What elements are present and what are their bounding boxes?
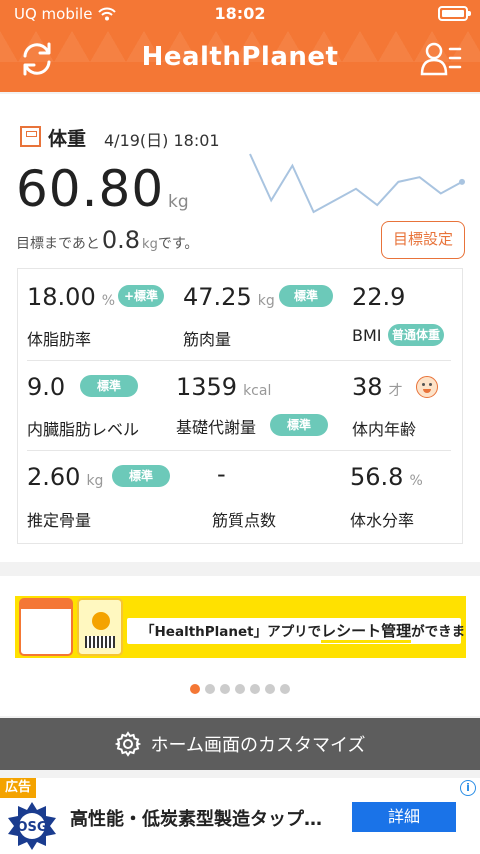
bmi-value[interactable]: 22.9 bbox=[352, 283, 405, 311]
banner-text-highlight: レシート管理 bbox=[321, 622, 412, 643]
carousel-dot[interactable] bbox=[205, 684, 215, 694]
body-age-unit: 才 bbox=[388, 383, 403, 399]
trend-latest-point bbox=[459, 178, 465, 185]
muscle-quality-label: 筋質点数 bbox=[212, 511, 277, 530]
goal-suffix: です。 bbox=[157, 236, 199, 252]
body-age-label: 体内年齢 bbox=[352, 420, 417, 439]
ad-details-button[interactable]: 詳細 bbox=[352, 802, 456, 832]
goal-setting-button[interactable]: 目標設定 bbox=[381, 221, 465, 259]
bmr-unit: kcal bbox=[243, 383, 272, 399]
gear-icon bbox=[114, 731, 141, 757]
body-age-number: 38 bbox=[352, 373, 383, 401]
muscle-badge: 標準 bbox=[279, 285, 333, 307]
bone-mass-value[interactable]: 2.60 kg bbox=[27, 463, 103, 491]
grid-divider bbox=[27, 360, 451, 361]
body-water-label: 体水分率 bbox=[350, 511, 415, 530]
customize-home-button[interactable]: ホーム画面のカスタマイズ bbox=[0, 718, 480, 770]
goal-unit: kg bbox=[142, 237, 158, 252]
status-bar: UQ mobile 18:02 bbox=[0, 0, 480, 28]
battery-icon bbox=[438, 6, 471, 21]
clock: 18:02 bbox=[214, 4, 266, 23]
banner-text-suffix: ができます! bbox=[411, 624, 466, 640]
weight-value: 60.80 bbox=[16, 160, 165, 218]
scale-icon bbox=[20, 126, 41, 147]
muscle-unit: kg bbox=[257, 293, 275, 309]
advertiser-logo-text: OSG bbox=[16, 820, 47, 835]
visceral-fat-badge: 標準 bbox=[80, 375, 138, 397]
muscle-number: 47.25 bbox=[183, 283, 252, 311]
measurement-date: 4/19(日) 18:01 bbox=[104, 131, 220, 150]
ad-text: 高性能・低炭素型製造タップ… bbox=[70, 809, 322, 830]
goal-prefix: 目標まであと bbox=[16, 236, 100, 252]
banner-text: 「HealthPlanet」アプリでレシート管理ができます! bbox=[127, 618, 466, 644]
muscle-value[interactable]: 47.25 kg bbox=[183, 283, 275, 311]
carousel-pagination[interactable] bbox=[0, 684, 480, 694]
trend-line bbox=[249, 153, 463, 214]
promo-banner[interactable]: 「HealthPlanet」アプリでレシート管理ができます! bbox=[15, 596, 466, 658]
carousel-dot[interactable] bbox=[265, 684, 275, 694]
phone-receipt-image bbox=[77, 598, 123, 656]
ad-banner[interactable]: 広告 i OSG 高性能・低炭素型製造タップ… 詳細 bbox=[0, 778, 480, 854]
muscle-label: 筋肉量 bbox=[183, 330, 232, 349]
body-fat-unit: % bbox=[101, 293, 116, 309]
ad-tag: 広告 bbox=[0, 778, 36, 798]
bone-mass-badge: 標準 bbox=[112, 465, 170, 487]
weight-trend-chart[interactable] bbox=[246, 150, 466, 216]
carousel-dot[interactable] bbox=[190, 684, 200, 694]
carousel-dot[interactable] bbox=[250, 684, 260, 694]
carousel-dot[interactable] bbox=[220, 684, 230, 694]
bmr-label: 基礎代謝量 bbox=[176, 418, 257, 437]
grid-divider bbox=[27, 450, 451, 451]
body-water-unit: % bbox=[409, 473, 423, 489]
body-age-value[interactable]: 38 才 bbox=[352, 373, 403, 401]
app-title: HealthPlanet bbox=[0, 42, 480, 72]
body-water-value[interactable]: 56.8% bbox=[350, 463, 423, 491]
bmr-badge: 標準 bbox=[270, 414, 328, 436]
carousel-dot[interactable] bbox=[235, 684, 245, 694]
app-title-text: HealthPlanet bbox=[141, 42, 339, 72]
phone-screenshot-image bbox=[19, 598, 73, 656]
smiley-face-icon bbox=[416, 376, 438, 398]
goal-value: 0.8 bbox=[101, 226, 141, 254]
bone-mass-number: 2.60 bbox=[27, 463, 81, 491]
bmi-label: BMI bbox=[352, 326, 382, 345]
carousel-dot[interactable] bbox=[280, 684, 290, 694]
customize-label: ホーム画面のカスタマイズ bbox=[150, 735, 366, 756]
weight-title: 体重 bbox=[48, 128, 87, 150]
bmi-badge: 普通体重 bbox=[388, 324, 444, 346]
muscle-quality-value[interactable]: - bbox=[217, 460, 226, 488]
banner-text-prefix: 「HealthPlanet」アプリで bbox=[141, 624, 322, 640]
visceral-fat-value[interactable]: 9.0 bbox=[27, 373, 65, 401]
bone-mass-unit: kg bbox=[86, 473, 104, 489]
body-water-number: 56.8 bbox=[350, 463, 404, 491]
body-fat-value[interactable]: 18.00% bbox=[27, 283, 115, 311]
body-fat-label: 体脂肪率 bbox=[27, 330, 92, 349]
bmr-number: 1359 bbox=[176, 373, 238, 401]
goal-remaining: 目標まであと 0.8 kg です。 bbox=[16, 226, 198, 254]
visceral-fat-label: 内臓脂肪レベル bbox=[27, 420, 140, 439]
user-menu-icon[interactable] bbox=[420, 40, 462, 78]
ad-info-icon[interactable]: i bbox=[460, 780, 476, 796]
advertiser-logo: OSG bbox=[8, 802, 56, 850]
bone-mass-label: 推定骨量 bbox=[27, 511, 92, 530]
body-fat-badge: +標準 bbox=[118, 285, 164, 307]
body-fat-number: 18.00 bbox=[27, 283, 96, 311]
bmr-value[interactable]: 1359 kcal bbox=[176, 373, 271, 401]
weight-unit: kg bbox=[168, 192, 189, 212]
